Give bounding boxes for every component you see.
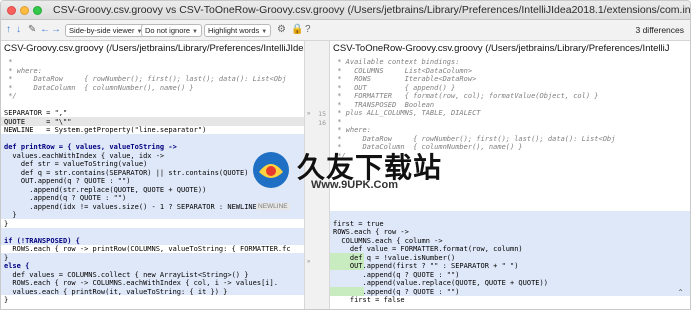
chevron-down-icon: ▼	[261, 29, 268, 35]
lock-icon[interactable]: 🔒	[291, 24, 303, 36]
code-line: ROWS.each { row -> printRow(COLUMNS, val…	[4, 245, 291, 253]
code-line: * OUT { append() }	[333, 83, 456, 92]
code-line: *	[4, 58, 13, 66]
scroll-up-icon[interactable]: ⌃	[677, 288, 684, 297]
title-bar: CSV-Groovy.csv.groovy vs CSV-ToOneRow-Gr…	[1, 1, 690, 20]
code-line: def q = str.contains(SEPARATOR) || str.c…	[4, 168, 262, 177]
code-line: def q = !value.isNumber()	[333, 253, 456, 262]
highlight-mode-select[interactable]: Highlight words ▼	[204, 24, 272, 37]
arrow-left-icon[interactable]: ←	[40, 24, 50, 36]
code-line: * DataColumn { columnNumber(), name() }	[4, 83, 194, 92]
code-line: def value = FORMATTER.format(row, column…	[333, 245, 523, 253]
code-line: * ROWS Iterable<DataRow>	[333, 75, 477, 83]
code-line: first = false	[333, 296, 405, 304]
code-line: * plus ALL_COLUMNS, TABLE, DIALECT	[333, 109, 481, 117]
code-line: else {	[4, 262, 30, 270]
code-line: *	[333, 117, 342, 126]
code-line: if (!TRANSPOSED) {	[4, 236, 80, 245]
whitespace-mode-select[interactable]: Do not ignore ▼	[141, 24, 202, 37]
code-line: OUT.append(first ? "" : SEPARATOR + " ")	[333, 262, 519, 270]
code-line: * where:	[333, 126, 371, 134]
code-line: .append(str.replace(QUOTE, QUOTE + QUOTE…	[4, 185, 207, 194]
code-line: def str = valueToString(value)	[4, 160, 148, 168]
code-line: ROWS.each { row ->	[333, 228, 409, 236]
code-line: first = true	[333, 219, 384, 228]
right-file-path: CSV-ToOneRow-Groovy.csv.groovy (/Users/j…	[330, 41, 690, 58]
code-line: }	[4, 219, 9, 228]
code-line: * FORMATTER { format(row, col); formatVa…	[333, 92, 599, 100]
viewer-mode-label: Side-by-side viewer	[69, 26, 135, 35]
chevron-down-icon: ▼	[192, 29, 198, 35]
window-title: CSV-Groovy.csv.groovy vs CSV-ToOneRow-Gr…	[53, 4, 691, 16]
code-line: * where:	[4, 66, 42, 75]
apply-change-icon[interactable]: »	[307, 111, 310, 117]
code-line: SEPARATOR = ","	[4, 109, 68, 117]
differences-count: 3 differences	[635, 25, 684, 35]
line-number: 15	[318, 110, 326, 118]
right-editor-pane[interactable]: /* * Available context bindings: * COLUM…	[330, 58, 690, 309]
left-file-path: CSV-Groovy.csv.groovy (/Users/jetbrains/…	[1, 41, 304, 58]
diff-window: CSV-Groovy.csv.groovy vs CSV-ToOneRow-Gr…	[0, 0, 691, 310]
edit-icon[interactable]: ✎	[28, 24, 36, 36]
code-line: * DataRow { rowNumber(); first(); last()…	[4, 75, 287, 83]
code-line: def values = COLUMNS.collect { new Array…	[4, 270, 249, 279]
code-line: .append(q ? QUOTE : "")	[4, 194, 127, 202]
viewer-mode-select[interactable]: Side-by-side viewer ▼	[65, 24, 147, 37]
code-line: */	[333, 151, 346, 160]
code-line: }	[4, 211, 17, 219]
code-line: values.eachWithIndex { value, idx ->	[4, 151, 165, 160]
code-line: .append(q ? QUOTE : "")	[333, 270, 460, 279]
code-line: * DataColumn { columnNumber(), name() }	[333, 143, 523, 151]
left-editor-pane[interactable]: * * where: * DataRow { rowNumber(); firs…	[1, 58, 304, 309]
code-line: COLUMNS.each { column ->	[333, 236, 443, 245]
arrow-down-icon[interactable]: ↓	[16, 24, 21, 36]
maximize-window-button[interactable]	[33, 6, 42, 15]
code-line: * COLUMNS List<DataColumn>	[333, 66, 473, 75]
close-window-button[interactable]	[7, 6, 16, 15]
code-line: }	[4, 253, 9, 262]
whitespace-mode-label: Do not ignore	[145, 26, 191, 35]
settings-icon[interactable]: ⚙	[277, 24, 286, 36]
minimize-window-button[interactable]	[20, 6, 29, 15]
code-line: * Available context bindings:	[333, 58, 460, 66]
code-line: ROWS.each { row -> COLUMNS.eachWithIndex…	[4, 279, 278, 287]
line-number: 16	[318, 119, 326, 127]
code-line: NEWLINE = System.getProperty("line.separ…	[4, 126, 207, 134]
code-line: .append(value.replace(QUOTE, QUOTE + QUO…	[333, 279, 548, 287]
code-line: QUOTE = "\""	[4, 117, 72, 126]
code-line: .append(q ? QUOTE : "")	[333, 287, 460, 296]
apply-change-icon[interactable]: »	[307, 259, 310, 265]
parameter-hint: NEWLINE	[256, 203, 290, 210]
diff-gutter: 15 16 » » 29 30	[304, 41, 330, 309]
code-line: * DataRow { rowNumber(); first(); last()…	[333, 134, 616, 143]
help-icon[interactable]: ?	[305, 24, 311, 36]
code-line: def printRow = { values, valueToString -…	[4, 143, 177, 151]
code-line: values.each { printRow(it, valueToString…	[4, 287, 228, 296]
arrow-up-icon[interactable]: ↑	[6, 24, 11, 36]
code-line: }	[4, 296, 9, 304]
code-line: * TRANSPOSED Boolean	[333, 100, 435, 109]
arrow-right-icon[interactable]: →	[51, 24, 61, 36]
code-line: OUT.append(q ? QUOTE : "")	[4, 177, 131, 185]
highlight-mode-label: Highlight words	[208, 26, 260, 35]
code-line: .append(idx != values.size() - 1 ? SEPAR…	[4, 202, 262, 211]
code-line: */	[4, 92, 17, 100]
diff-toolbar: ↑ ↓ ✎ ← → Side-by-side viewer ▼ Do not ig…	[1, 20, 690, 41]
